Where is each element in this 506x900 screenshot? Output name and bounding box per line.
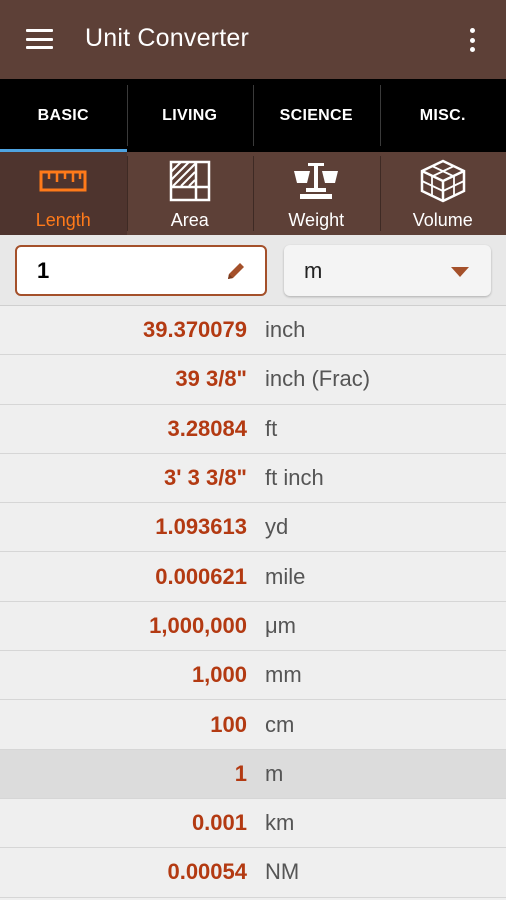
- result-row-um[interactable]: 1,000,000 μm: [0, 602, 506, 652]
- app-title: Unit Converter: [85, 24, 249, 52]
- result-row-km[interactable]: 0.001 km: [0, 799, 506, 849]
- result-row-yd[interactable]: 1.093613 yd: [0, 503, 506, 553]
- result-value: 1: [234, 760, 247, 786]
- result-row-inch-frac[interactable]: 39 3/8" inch (Frac): [0, 355, 506, 405]
- result-unit: ft: [265, 415, 278, 441]
- result-value: 1,000,000: [149, 612, 247, 638]
- result-row-mile[interactable]: 0.000621 mile: [0, 552, 506, 602]
- cube-icon: [420, 159, 466, 203]
- tab-misc[interactable]: MISC.: [379, 79, 506, 152]
- category-label: Area: [170, 210, 209, 230]
- tab-science[interactable]: SCIENCE: [253, 79, 380, 152]
- tab-living[interactable]: LIVING: [126, 79, 254, 152]
- result-row-ft-inch[interactable]: 3' 3 3/8" ft inch: [0, 454, 506, 504]
- hamburger-menu-icon[interactable]: [26, 29, 53, 49]
- area-grid-icon: [169, 160, 211, 202]
- category-bar: Length Area Weight Volume: [0, 152, 506, 235]
- result-value: 1.093613: [155, 514, 247, 540]
- result-row-ft[interactable]: 3.28084 ft: [0, 405, 506, 454]
- dropdown-arrow-icon: [451, 267, 469, 277]
- scale-icon: [290, 160, 342, 202]
- input-row: 1 m: [0, 235, 506, 306]
- category-volume[interactable]: Volume: [379, 152, 506, 235]
- pencil-icon[interactable]: [225, 260, 247, 287]
- results-list: 39.370079 inch 39 3/8" inch (Frac) 3.280…: [0, 306, 506, 900]
- result-unit: m: [265, 760, 284, 786]
- input-value: 1: [37, 257, 50, 283]
- result-row-m[interactable]: 1 m: [0, 749, 506, 799]
- result-row-inch[interactable]: 39.370079 inch: [0, 306, 506, 356]
- result-unit: ft inch: [265, 465, 324, 491]
- category-label: Length: [35, 210, 91, 230]
- category-weight[interactable]: Weight: [253, 152, 380, 235]
- result-row-cm[interactable]: 100 cm: [0, 700, 506, 750]
- result-value: 100: [210, 711, 247, 737]
- result-unit: μm: [265, 612, 297, 638]
- result-value: 3.28084: [167, 415, 247, 441]
- unit-select[interactable]: m: [284, 245, 491, 296]
- tab-basic[interactable]: BASIC: [0, 79, 127, 152]
- ruler-icon: [39, 160, 87, 202]
- category-area[interactable]: Area: [126, 152, 254, 235]
- result-row-mm[interactable]: 1,000 mm: [0, 651, 506, 701]
- value-input[interactable]: 1: [15, 245, 267, 296]
- result-unit: km: [265, 810, 295, 836]
- category-label: Volume: [412, 210, 473, 230]
- result-value: 39 3/8": [175, 366, 247, 392]
- selected-unit: m: [304, 257, 323, 283]
- result-unit: mm: [265, 662, 302, 688]
- result-value: 39.370079: [143, 317, 247, 343]
- more-vertical-icon[interactable]: [468, 28, 476, 52]
- result-value: 0.000621: [155, 563, 247, 589]
- result-unit: cm: [265, 711, 295, 737]
- result-unit: yd: [265, 514, 289, 540]
- tab-bar: BASIC LIVING SCIENCE MISC.: [0, 79, 506, 152]
- result-unit: mile: [265, 563, 306, 589]
- category-length[interactable]: Length: [0, 152, 127, 235]
- result-value: 1,000: [191, 662, 247, 688]
- result-unit: inch: [265, 317, 306, 343]
- category-label: Weight: [288, 210, 345, 230]
- result-value: 3' 3 3/8": [164, 465, 247, 491]
- result-value: 0.001: [191, 810, 247, 836]
- result-value: 0.00054: [167, 859, 247, 885]
- result-row-nm[interactable]: 0.00054 NM: [0, 848, 506, 898]
- result-unit: inch (Frac): [265, 366, 371, 392]
- app-bar: Unit Converter: [0, 0, 506, 79]
- result-unit: NM: [265, 859, 300, 885]
